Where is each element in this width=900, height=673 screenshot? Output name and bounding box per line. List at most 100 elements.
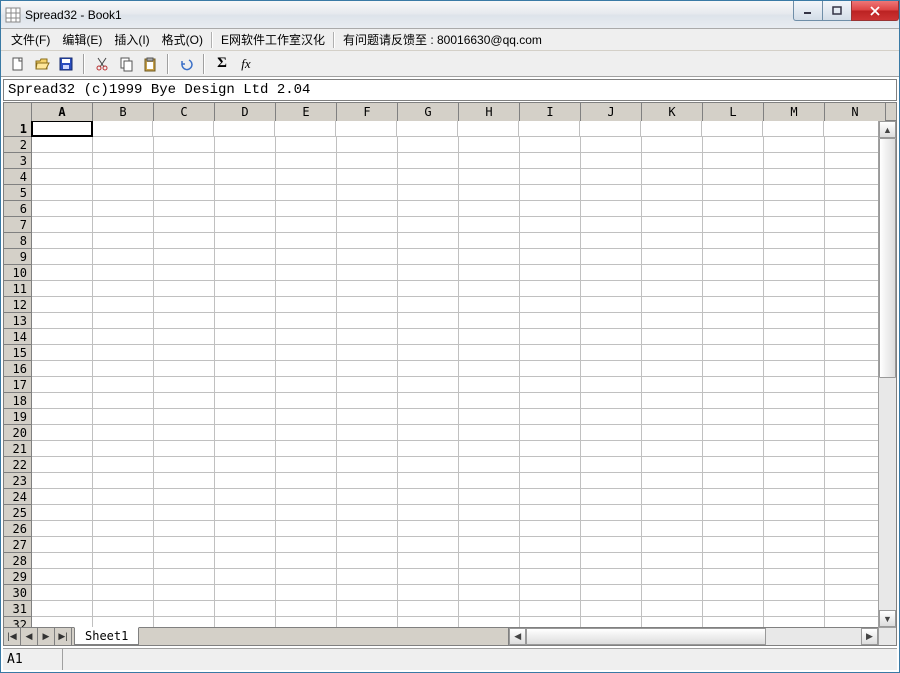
cell[interactable] [825,217,878,233]
row-header[interactable]: 28 [4,553,32,569]
cell[interactable] [276,185,337,201]
cell[interactable] [398,281,459,297]
cell[interactable] [154,393,215,409]
cell[interactable] [703,137,764,153]
row-header[interactable]: 7 [4,217,32,233]
cell[interactable] [642,505,703,521]
cell[interactable] [32,185,93,201]
cell[interactable] [32,265,93,281]
cell[interactable] [32,297,93,313]
cell[interactable] [702,121,763,137]
cell[interactable] [703,409,764,425]
cell[interactable] [154,537,215,553]
cell[interactable] [154,569,215,585]
cell[interactable] [154,169,215,185]
cell[interactable] [459,233,520,249]
horizontal-scrollbar[interactable]: ◀ ▶ [508,627,878,645]
cell[interactable] [32,201,93,217]
cell[interactable] [32,537,93,553]
cell[interactable] [459,425,520,441]
row-header[interactable]: 22 [4,457,32,473]
cell[interactable] [459,153,520,169]
cell[interactable] [642,585,703,601]
column-header[interactable]: K [642,103,703,121]
column-header[interactable]: B [93,103,154,121]
row-header[interactable]: 15 [4,345,32,361]
cell[interactable] [459,185,520,201]
cell[interactable] [337,617,398,627]
cell[interactable] [825,537,878,553]
cell[interactable] [825,585,878,601]
cell[interactable] [93,345,154,361]
cell[interactable] [398,313,459,329]
cell[interactable] [642,521,703,537]
cell[interactable] [825,441,878,457]
cell[interactable] [32,281,93,297]
cell[interactable] [520,505,581,521]
cell[interactable] [581,345,642,361]
cell[interactable] [703,569,764,585]
cell[interactable] [154,201,215,217]
cell[interactable] [276,601,337,617]
cell[interactable] [276,441,337,457]
cell[interactable] [581,569,642,585]
cell[interactable] [825,601,878,617]
cell[interactable] [520,249,581,265]
cell[interactable] [337,153,398,169]
cell[interactable] [215,537,276,553]
cell[interactable] [581,617,642,627]
cell[interactable] [642,345,703,361]
cell[interactable] [459,521,520,537]
cell[interactable] [642,153,703,169]
cell[interactable] [703,521,764,537]
save-button[interactable] [55,53,77,75]
open-button[interactable] [31,53,53,75]
cell[interactable] [215,393,276,409]
cell[interactable] [825,137,878,153]
cell[interactable] [459,441,520,457]
cell[interactable] [764,345,825,361]
cut-button[interactable] [91,53,113,75]
cell[interactable] [276,249,337,265]
cell[interactable] [642,617,703,627]
cell[interactable] [337,281,398,297]
scroll-down-button[interactable]: ▼ [879,610,896,627]
cell[interactable] [32,249,93,265]
cell[interactable] [459,169,520,185]
cell[interactable] [215,617,276,627]
cell[interactable] [215,217,276,233]
cell[interactable] [825,569,878,585]
cell[interactable] [215,185,276,201]
cell[interactable] [764,521,825,537]
cell[interactable] [581,585,642,601]
cell[interactable] [276,617,337,627]
cell[interactable] [154,297,215,313]
row-header[interactable]: 26 [4,521,32,537]
cell[interactable] [32,505,93,521]
cell[interactable] [154,489,215,505]
row-header[interactable]: 19 [4,409,32,425]
cell[interactable] [337,457,398,473]
cell[interactable] [581,425,642,441]
tab-first-button[interactable]: |◀ [4,628,21,646]
cell[interactable] [764,601,825,617]
cell[interactable] [215,569,276,585]
cell[interactable] [825,489,878,505]
cell[interactable] [398,553,459,569]
cell[interactable] [459,601,520,617]
column-header[interactable]: M [764,103,825,121]
cell[interactable] [154,409,215,425]
cell[interactable] [703,233,764,249]
cell[interactable] [581,313,642,329]
cell[interactable] [276,521,337,537]
undo-button[interactable] [175,53,197,75]
cell[interactable] [32,393,93,409]
cell[interactable] [519,121,580,137]
cell[interactable] [276,553,337,569]
cell[interactable] [581,457,642,473]
cell[interactable] [703,217,764,233]
cell[interactable] [703,201,764,217]
cell[interactable] [337,217,398,233]
cell[interactable] [520,377,581,393]
row-header[interactable]: 9 [4,249,32,265]
